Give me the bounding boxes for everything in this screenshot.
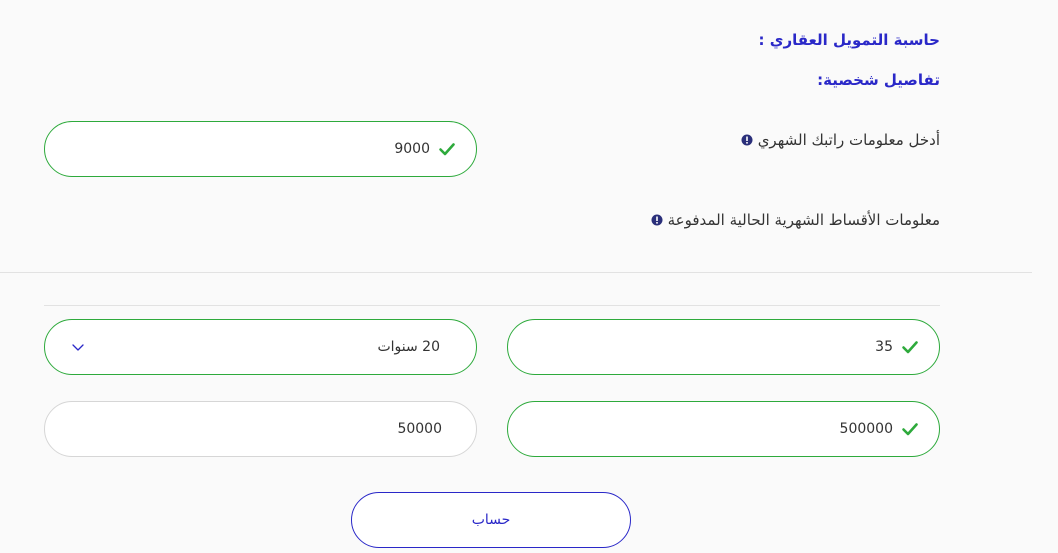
personal-details-heading: تفاصيل شخصية:: [817, 71, 940, 89]
check-icon: [902, 423, 918, 436]
chevron-down-icon: [72, 344, 84, 351]
age-value: 35: [875, 339, 893, 355]
inner-divider: [44, 305, 940, 306]
age-input[interactable]: 35: [507, 319, 940, 375]
info-icon[interactable]: [651, 214, 663, 226]
duration-select[interactable]: 20 سنوات: [44, 319, 477, 375]
calculate-button-label: حساب: [471, 512, 511, 528]
calculate-button[interactable]: حساب: [351, 492, 631, 548]
salary-value: 9000: [394, 141, 430, 157]
property-price-value: 500000: [839, 421, 893, 437]
section-divider: [0, 272, 1032, 273]
check-icon: [439, 143, 455, 156]
salary-input[interactable]: 9000: [44, 121, 477, 177]
salary-label: أدخل معلومات راتبك الشهري: [757, 131, 940, 149]
salary-label-row: أدخل معلومات راتبك الشهري: [741, 131, 940, 149]
check-icon: [902, 341, 918, 354]
duration-selected-value: 20 سنوات: [377, 339, 440, 355]
installments-label: معلومات الأقساط الشهرية الحالية المدفوعة: [667, 211, 940, 229]
installments-label-row: معلومات الأقساط الشهرية الحالية المدفوعة: [651, 211, 940, 229]
down-payment-input[interactable]: 50000: [44, 401, 477, 457]
down-payment-value: 50000: [397, 421, 442, 437]
info-icon[interactable]: [741, 134, 753, 146]
property-price-input[interactable]: 500000: [507, 401, 940, 457]
calculator-title: حاسبة التمويل العقاري :: [758, 31, 940, 49]
